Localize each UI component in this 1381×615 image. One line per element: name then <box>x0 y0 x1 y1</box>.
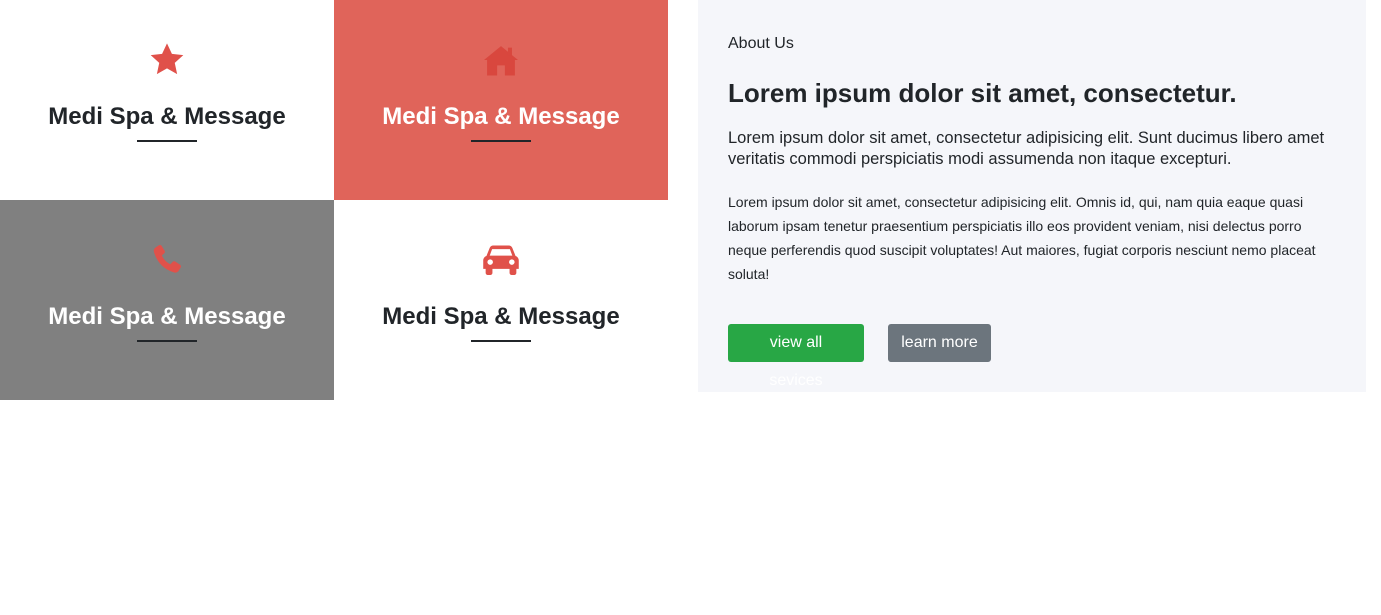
service-tile-car[interactable]: Medi Spa & Message <box>334 200 668 400</box>
title-underline <box>471 140 531 142</box>
about-lead-text: Lorem ipsum dolor sit amet, consectetur … <box>728 129 1325 168</box>
car-icon <box>480 240 522 280</box>
title-underline <box>137 140 197 142</box>
about-heading: Lorem ipsum dolor sit amet, consectetur. <box>728 78 1237 108</box>
service-tile-home[interactable]: Medi Spa & Message <box>334 0 668 200</box>
about-body-text: Lorem ipsum dolor sit amet, consectetur … <box>728 194 1316 282</box>
phone-icon <box>146 240 188 280</box>
home-icon <box>480 40 522 80</box>
view-all-services-button[interactable]: view all sevices <box>728 324 864 389</box>
title-underline <box>471 340 531 342</box>
learn-more-button[interactable]: learn more <box>888 324 991 362</box>
about-eyebrow: About Us <box>728 35 794 52</box>
services-grid: Medi Spa & Message Medi Spa & Message Me… <box>0 0 668 400</box>
service-tile-title: Medi Spa & Message <box>48 303 286 330</box>
page: Medi Spa & Message Medi Spa & Message Me… <box>0 0 1381 615</box>
service-tile-star[interactable]: Medi Spa & Message <box>0 0 334 200</box>
about-panel: About Us Lorem ipsum dolor sit amet, con… <box>698 0 1366 392</box>
service-tile-title: Medi Spa & Message <box>382 103 620 130</box>
star-icon <box>146 40 188 80</box>
service-tile-phone[interactable]: Medi Spa & Message <box>0 200 334 400</box>
service-tile-title: Medi Spa & Message <box>48 103 286 130</box>
service-tile-title: Medi Spa & Message <box>382 303 620 330</box>
title-underline <box>137 340 197 342</box>
